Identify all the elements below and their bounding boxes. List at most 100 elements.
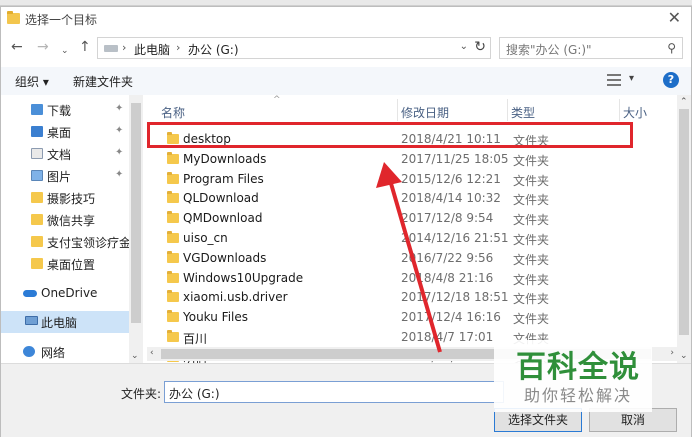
file-row[interactable]: Program Files 2015/12/6 12:21 文件夹 xyxy=(147,169,677,189)
file-modified-date: 2014/12/16 21:51 xyxy=(401,231,509,245)
file-name: Windows10Upgrade xyxy=(183,270,304,285)
cloud-icon xyxy=(23,290,37,297)
sidebar-item-onedrive[interactable]: OneDrive xyxy=(1,283,129,305)
file-row[interactable]: VGDownloads 2016/7/22 9:56 文件夹 xyxy=(147,248,677,268)
file-type: 文件夹 xyxy=(513,312,550,327)
folder-icon xyxy=(167,290,179,303)
folder-icon xyxy=(167,171,179,184)
folder-name-value: 办公 (G:) xyxy=(169,387,220,401)
breadcrumb-separator-icon[interactable]: › xyxy=(122,41,126,54)
download-folder-icon xyxy=(31,104,43,115)
address-dropdown-icon[interactable]: ⌄ xyxy=(460,41,468,52)
refresh-icon[interactable]: ↻ xyxy=(474,39,486,55)
file-row[interactable]: xiaomi.usb.driver 2017/12/18 18:51 文件夹 xyxy=(147,287,677,307)
pin-icon[interactable]: ✦ xyxy=(115,169,123,180)
sidebar-item-photography-tips[interactable]: 摄影技巧 xyxy=(1,187,129,209)
file-row[interactable]: Youku Files 2017/12/4 16:16 文件夹 xyxy=(147,307,677,327)
breadcrumb-drive[interactable]: 办公 (G:) xyxy=(188,41,239,58)
sidebar-item-desktop-location[interactable]: 桌面位置 xyxy=(1,253,129,275)
column-header-type[interactable]: 类型 xyxy=(511,104,535,121)
file-row[interactable]: Windows10Upgrade 2018/4/8 21:16 文件夹 xyxy=(147,268,677,288)
drive-icon xyxy=(104,45,118,52)
file-list-vertical-scrollbar[interactable]: ⌃ ⌄ xyxy=(677,95,691,363)
pin-icon[interactable]: ✦ xyxy=(115,125,123,136)
column-header-size[interactable]: 大小 xyxy=(623,104,647,121)
file-name: Youku Files xyxy=(183,310,249,325)
file-name: xiaomi.usb.driver xyxy=(183,290,288,305)
help-icon[interactable]: ? xyxy=(663,72,679,88)
navigation-pane: 下载 ✦ 桌面 ✦ 文档 ✦ 图片 ✦ 摄影技巧 微信共享 支付宝领诊疗金 桌面… xyxy=(1,95,143,363)
pin-icon[interactable]: ✦ xyxy=(115,103,123,114)
sidebar-item-label: 下载 xyxy=(47,104,72,118)
folder-icon xyxy=(31,258,43,269)
column-header-modified[interactable]: 修改日期 xyxy=(401,104,449,121)
folder-icon xyxy=(167,310,179,323)
scroll-down-icon[interactable]: ⌄ xyxy=(131,351,139,361)
folder-icon xyxy=(167,231,179,243)
navigation-scrollbar[interactable]: ⌄ xyxy=(129,95,143,363)
sidebar-item-label: 桌面 xyxy=(47,126,72,140)
folder-name-input[interactable]: 办公 (G:) xyxy=(164,381,504,403)
sidebar-item-documents[interactable]: 文档 ✦ xyxy=(1,143,129,165)
file-type: 文件夹 xyxy=(513,213,550,228)
folder-icon xyxy=(31,236,43,247)
close-icon[interactable]: ✕ xyxy=(668,10,681,26)
highlight-annotation-box xyxy=(147,122,633,148)
file-name: QLDownload xyxy=(183,191,259,206)
search-icon[interactable]: ⚲ xyxy=(667,41,676,55)
breadcrumb-separator-icon[interactable]: › xyxy=(176,41,180,54)
watermark-title: 百科全说 xyxy=(516,350,640,385)
search-input[interactable]: 搜索"办公 (G:)" ⚲ xyxy=(499,37,683,59)
sidebar-item-network[interactable]: 网络 xyxy=(1,341,129,363)
view-options-icon[interactable] xyxy=(607,74,621,86)
sidebar-item-label: 微信共享 xyxy=(47,214,96,228)
file-modified-date: 2017/12/4 16:16 xyxy=(401,310,501,325)
sidebar-item-downloads[interactable]: 下载 ✦ xyxy=(1,99,129,121)
organize-menu-button[interactable]: 组织 ▾ xyxy=(15,73,49,90)
file-row[interactable]: uiso_cn 2014/12/16 21:51 文件夹 xyxy=(147,228,677,248)
forward-arrow-icon[interactable]: → xyxy=(37,39,49,55)
pin-icon[interactable]: ✦ xyxy=(115,147,123,158)
file-modified-date: 2018/4/7 17:01 xyxy=(401,330,494,344)
scroll-up-icon[interactable]: ⌃ xyxy=(680,97,688,107)
file-modified-date: 2018/4/8 21:16 xyxy=(401,270,494,285)
folder-icon xyxy=(167,330,179,342)
computer-icon xyxy=(25,316,38,325)
column-divider[interactable] xyxy=(619,99,620,121)
address-bar[interactable]: › 此电脑 › 办公 (G:) ⌄ ↻ xyxy=(97,37,491,59)
file-row[interactable]: QMDownload 2017/12/8 9:54 文件夹 xyxy=(147,208,677,228)
file-type: 文件夹 xyxy=(513,173,550,188)
new-folder-button[interactable]: 新建文件夹 xyxy=(73,73,133,90)
sidebar-item-pictures[interactable]: 图片 ✦ xyxy=(1,165,129,187)
back-arrow-icon[interactable]: ← xyxy=(11,39,23,55)
sidebar-item-desktop[interactable]: 桌面 ✦ xyxy=(1,121,129,143)
file-row[interactable]: MyDownloads 2017/11/25 18:05 文件夹 xyxy=(147,149,677,169)
scroll-right-icon[interactable]: › xyxy=(670,348,674,358)
column-divider[interactable] xyxy=(507,99,508,121)
file-name: VGDownloads xyxy=(183,250,267,265)
breadcrumb-this-pc[interactable]: 此电脑 xyxy=(134,41,170,58)
title-bar: 选择一个目标 ✕ xyxy=(1,7,691,31)
scroll-down-icon[interactable]: ⌄ xyxy=(680,351,688,361)
view-dropdown-icon[interactable]: ▾ xyxy=(629,73,634,84)
sidebar-item-wechat-share[interactable]: 微信共享 xyxy=(1,209,129,231)
scroll-left-icon[interactable]: ‹ xyxy=(150,348,154,358)
column-divider[interactable] xyxy=(397,99,398,121)
watermark-subtitle: 助你轻松解决 xyxy=(524,386,633,405)
recent-locations-chevron-icon[interactable]: ⌄ xyxy=(61,43,69,59)
pictures-folder-icon xyxy=(31,170,43,181)
sidebar-item-label: OneDrive xyxy=(41,286,98,300)
file-type: 文件夹 xyxy=(513,153,550,168)
column-header-name[interactable]: 名称 xyxy=(161,104,185,121)
address-row: ← → ⌄ ↑ › 此电脑 › 办公 (G:) ⌄ ↻ 搜索"办公 (G:)" … xyxy=(1,35,691,61)
folder-icon xyxy=(31,214,43,225)
sidebar-item-label: 支付宝领诊疗金 xyxy=(47,236,132,250)
file-type: 文件夹 xyxy=(513,272,550,287)
scrollbar-thumb[interactable] xyxy=(679,109,689,335)
up-arrow-icon[interactable]: ↑ xyxy=(79,39,91,55)
sidebar-item-alipay[interactable]: 支付宝领诊疗金 xyxy=(1,231,132,253)
file-row[interactable]: QLDownload 2018/4/14 10:32 文件夹 xyxy=(147,188,677,208)
file-name: uiso_cn xyxy=(183,231,228,245)
sidebar-item-this-pc[interactable]: 此电脑 xyxy=(1,311,129,333)
scrollbar-thumb[interactable] xyxy=(131,103,141,323)
